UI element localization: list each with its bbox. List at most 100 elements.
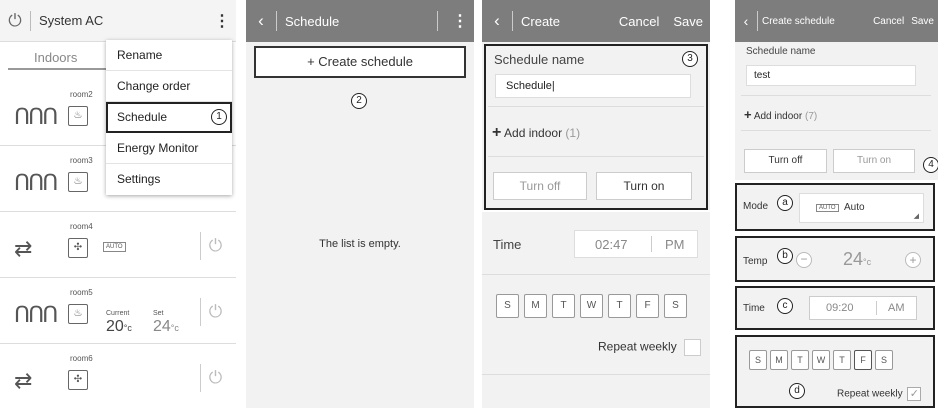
mode-value: Auto (844, 202, 865, 213)
time-label: Time (493, 237, 522, 252)
callout-marker: d (789, 383, 805, 399)
day-monday[interactable]: M (770, 350, 788, 370)
schedule-name-input[interactable]: Schedule| (495, 74, 691, 98)
save-button[interactable]: Save (666, 14, 710, 29)
divider (512, 11, 513, 31)
heater-icon: ՈՈՈ (14, 302, 58, 327)
day-thursday[interactable]: T (833, 350, 851, 370)
heater-icon: ՈՈՈ (14, 104, 58, 129)
day-thursday[interactable]: T (608, 294, 631, 318)
turn-on-button[interactable]: Turn on (596, 172, 692, 200)
back-icon[interactable]: ‹ (482, 11, 512, 31)
day-saturday[interactable]: S (664, 294, 687, 318)
day-friday[interactable]: F (854, 350, 872, 370)
schedule-name-input[interactable]: test (746, 65, 916, 86)
room-row[interactable]: room6 ⇄ ✣ ⏻ (0, 346, 236, 408)
power-icon[interactable]: ⏻ (0, 11, 30, 31)
current-label: Current (106, 310, 130, 317)
callout-marker: 1 (211, 109, 227, 125)
heater-icon: ՈՈՈ (14, 170, 58, 195)
repeat-weekly-label: Repeat weekly (598, 339, 677, 354)
auto-mode-icon: AUTO (816, 204, 839, 212)
menu-item-energy-monitor[interactable]: Energy Monitor (106, 133, 232, 164)
day-monday[interactable]: M (524, 294, 547, 318)
turn-off-button[interactable]: Turn off (744, 149, 827, 173)
time-picker[interactable]: 02:47 PM (574, 230, 698, 258)
room-name: room5 (70, 288, 93, 297)
mode-label: Mode (743, 201, 769, 212)
more-options-icon[interactable]: ⋮ (208, 11, 236, 31)
room-name: room3 (70, 156, 93, 165)
mode-row: Mode a AUTO Auto ◢ (735, 183, 935, 231)
power-icon[interactable]: ⏻ (200, 232, 230, 260)
days-row: SMTWTFS d Repeat weekly ✓ (735, 335, 935, 408)
menu-item-change-order[interactable]: Change order (106, 71, 232, 102)
app-bar: ‹ Create schedule Cancel Save (735, 0, 938, 42)
back-icon[interactable]: ‹ (735, 13, 757, 29)
callout-marker: c (777, 298, 793, 314)
day-saturday[interactable]: S (875, 350, 893, 370)
add-indoor-button[interactable]: + Add indoor (1) (492, 124, 580, 142)
repeat-weekly-row[interactable]: Repeat weekly ✓ (837, 387, 922, 401)
menu-item-label: Schedule (117, 110, 168, 124)
indoor-count: (1) (565, 126, 581, 140)
room-row[interactable]: room5 ՈՈՈ ♨ Current 20°c Set 24°c ⏻ (0, 280, 236, 344)
divider (651, 236, 652, 252)
page-title: Create schedule (762, 15, 835, 27)
mode-dropdown[interactable]: AUTO Auto ◢ (799, 193, 924, 223)
menu-item-settings[interactable]: Settings (106, 164, 232, 195)
plus-icon: + (492, 124, 502, 141)
turn-on-button[interactable]: Turn on (833, 149, 915, 173)
day-selector: SMTWTFS (496, 294, 687, 318)
cancel-button[interactable]: Cancel (612, 14, 666, 29)
heat-tap-icon: ♨ (68, 304, 88, 324)
callout-marker: 3 (682, 51, 698, 67)
decrease-temp-button[interactable]: − (796, 252, 812, 268)
create-schedule-button[interactable]: + Create schedule (254, 46, 466, 78)
temp-value: 24°c (843, 249, 872, 269)
indoors-screen: ⏻ System AC ⋮ Indoors room2 ՈՈՈ ♨ room3 … (0, 0, 236, 408)
ventilation-icon: ⇄ (14, 236, 33, 261)
day-tuesday[interactable]: T (791, 350, 809, 370)
day-wednesday[interactable]: W (812, 350, 830, 370)
day-tuesday[interactable]: T (552, 294, 575, 318)
back-icon[interactable]: ‹ (246, 11, 276, 31)
room-row[interactable]: room4 ⇄ ✣ AUTO ⏻ (0, 214, 236, 278)
empty-list-message: The list is empty. (319, 238, 401, 250)
day-selector: SMTWTFS (749, 350, 893, 370)
menu-item-schedule[interactable]: Schedule 1 (106, 102, 232, 133)
time-picker[interactable]: 09:20 AM (809, 296, 917, 320)
repeat-weekly-checkbox[interactable]: ✓ (907, 387, 922, 401)
save-button[interactable]: Save (909, 16, 938, 27)
repeat-weekly-row[interactable]: Repeat weekly (598, 339, 702, 356)
power-icon[interactable]: ⏻ (200, 298, 230, 326)
increase-temp-button[interactable]: + (905, 252, 921, 268)
day-friday[interactable]: F (636, 294, 659, 318)
create-schedule-screen: ‹ Create schedule Cancel Save Schedule n… (735, 0, 938, 408)
divider (488, 156, 704, 157)
day-wednesday[interactable]: W (580, 294, 603, 318)
cancel-button[interactable]: Cancel (868, 16, 909, 27)
divider (488, 106, 704, 107)
time-value: 09:20 (826, 302, 854, 314)
day-sunday[interactable]: S (496, 294, 519, 318)
add-indoor-button[interactable]: + Add indoor (7) (744, 107, 817, 122)
divider (741, 130, 931, 131)
app-bar: ⏻ System AC ⋮ (0, 0, 236, 42)
divider (437, 11, 438, 31)
turn-off-button[interactable]: Turn off (493, 172, 587, 200)
callout-marker: a (777, 195, 793, 211)
callout-marker: 2 (351, 93, 367, 109)
dropdown-corner-icon: ◢ (913, 213, 919, 220)
app-bar: ‹ Schedule ⋮ (246, 0, 474, 42)
power-icon[interactable]: ⏻ (200, 364, 230, 392)
fan-house-icon: ✣ (68, 238, 88, 258)
day-sunday[interactable]: S (749, 350, 767, 370)
indoor-count: (7) (804, 111, 818, 122)
room-name: room6 (70, 354, 93, 363)
repeat-weekly-checkbox[interactable] (684, 339, 702, 356)
menu-item-rename[interactable]: Rename (106, 40, 232, 71)
heat-tap-icon: ♨ (68, 106, 88, 126)
more-options-icon[interactable]: ⋮ (446, 11, 474, 31)
auto-mode-badge: AUTO (103, 242, 126, 252)
